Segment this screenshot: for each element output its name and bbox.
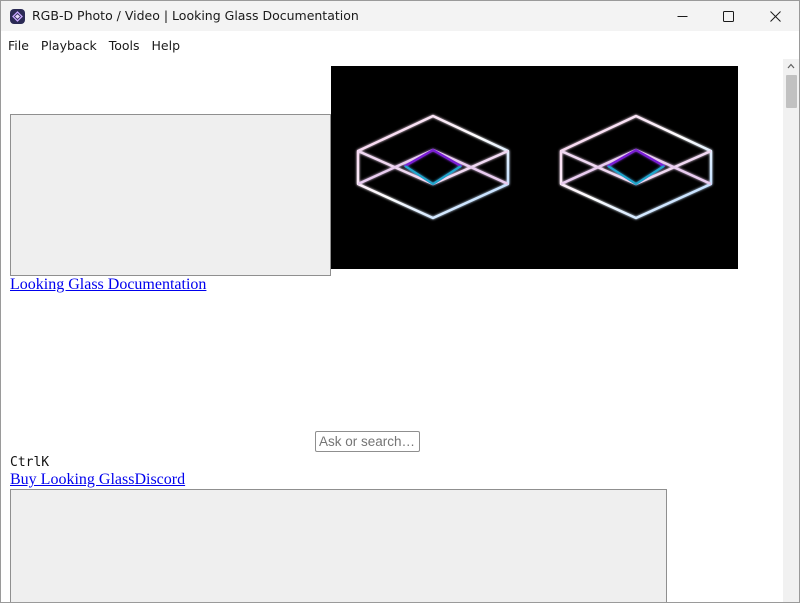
app-window: RGB-D Photo / Video | Looking Glass Docu… (0, 0, 800, 603)
maximize-icon (722, 10, 734, 22)
menu-playback[interactable]: Playback (35, 38, 103, 53)
stereo-cubes-graphic (356, 114, 713, 220)
hero-image (331, 66, 738, 269)
vertical-scrollbar[interactable] (783, 59, 799, 602)
image-placeholder (10, 114, 331, 276)
documentation-link[interactable]: Looking Glass Documentation (10, 276, 206, 294)
menu-tools[interactable]: Tools (103, 38, 146, 53)
app-icon (10, 9, 25, 24)
menu-bar: File Playback Tools Help (1, 31, 799, 59)
maximize-button[interactable] (704, 1, 752, 31)
title-bar[interactable]: RGB-D Photo / Video | Looking Glass Docu… (1, 1, 799, 31)
header-links: Buy Looking GlassDiscord (10, 471, 185, 489)
buy-link[interactable]: Buy Looking Glass (10, 471, 134, 488)
menu-help[interactable]: Help (146, 38, 187, 53)
search-shortcut: CtrlK (10, 455, 50, 470)
menu-file[interactable]: File (1, 38, 35, 53)
close-icon (769, 10, 781, 22)
scroll-up-button[interactable] (783, 59, 799, 73)
discord-link[interactable]: Discord (134, 471, 185, 488)
scroll-thumb[interactable] (786, 75, 797, 108)
close-button[interactable] (751, 1, 799, 31)
search-input[interactable]: Ask or search… (315, 431, 420, 452)
minimize-button[interactable] (658, 1, 706, 31)
minimize-icon (677, 15, 687, 17)
chevron-up-icon (787, 63, 795, 69)
window-title: RGB-D Photo / Video | Looking Glass Docu… (32, 8, 359, 23)
web-content: Looking Glass Documentation Ask or searc… (1, 59, 783, 602)
content-placeholder (10, 489, 667, 602)
